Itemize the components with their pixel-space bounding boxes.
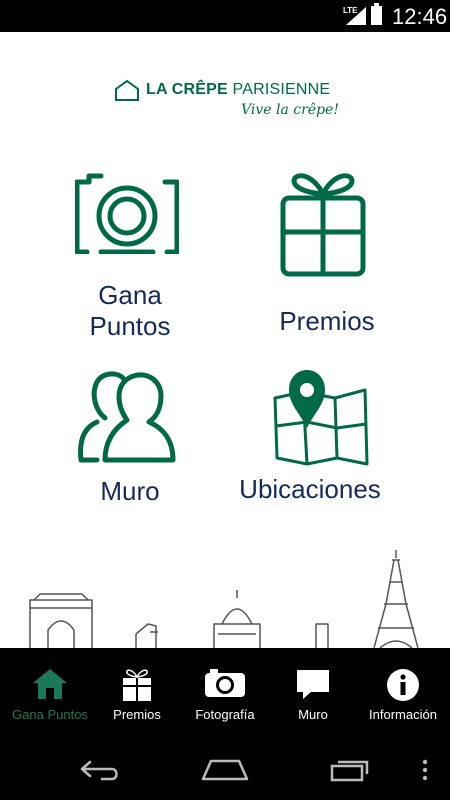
brand-logo: LA CRÊPE PARISIENNE Vive la crêpe! <box>110 76 350 132</box>
camera-icon <box>205 669 245 697</box>
tab-fotografia-label: Fotografía <box>195 707 255 722</box>
tab-informacion[interactable]: Información <box>356 648 450 740</box>
gift-icon <box>280 173 366 277</box>
status-clock: 12:46 <box>392 4 448 29</box>
muro-label: Muro <box>100 476 160 506</box>
tab-muro[interactable]: Muro <box>268 648 358 740</box>
back-icon[interactable] <box>78 758 122 782</box>
tab-fotografia[interactable]: Fotografía <box>180 648 270 740</box>
tab-premios[interactable]: Premios <box>92 648 182 740</box>
gana-puntos-label-line1: Gana <box>98 280 162 310</box>
brand-name-light: PARISIENNE <box>227 81 331 98</box>
info-icon <box>387 669 419 701</box>
users-icon <box>78 371 176 463</box>
gana-puntos-tile[interactable]: Gana Puntos <box>40 168 220 348</box>
status-bar: LTE 12:46 <box>0 0 450 32</box>
bottom-tab-bar: Gana Puntos Premios Fotografía Muro Info… <box>0 648 450 740</box>
brand-tagline: Vive la crêpe! <box>241 102 339 118</box>
muro-tile[interactable]: Muro <box>40 366 220 516</box>
ubicaciones-label: Ubicaciones <box>239 474 381 504</box>
tab-gana-puntos-label: Gana Puntos <box>12 707 88 722</box>
chat-bubble-icon <box>297 670 329 699</box>
battery-icon <box>371 3 382 25</box>
map-pin-icon <box>273 370 369 466</box>
tab-gana-puntos[interactable]: Gana Puntos <box>0 648 100 740</box>
tab-muro-label: Muro <box>298 707 328 722</box>
gift-icon <box>123 669 151 701</box>
tab-informacion-label: Información <box>369 707 437 722</box>
brand-name-bold: LA CRÊPE <box>146 81 228 98</box>
house-logo-icon <box>115 79 139 101</box>
overflow-menu-icon[interactable] <box>421 758 429 782</box>
recents-icon[interactable] <box>330 758 370 782</box>
home-icon[interactable] <box>201 758 249 782</box>
home-icon <box>33 669 67 699</box>
gana-puntos-label: Gana Puntos <box>40 280 220 342</box>
paris-skyline-illustration <box>29 550 419 648</box>
camera-icon <box>75 173 179 254</box>
gana-puntos-label-line2: Puntos <box>89 311 171 341</box>
home-screen: LA CRÊPE PARISIENNE Vive la crêpe! Gana … <box>0 32 450 648</box>
signal-icon <box>346 7 366 25</box>
premios-label: Premios <box>279 306 375 336</box>
brand-name: LA CRÊPE PARISIENNE <box>146 81 330 99</box>
tab-premios-label: Premios <box>113 707 161 722</box>
system-nav-bar <box>0 740 450 800</box>
premios-tile[interactable]: Premios <box>232 168 422 348</box>
ubicaciones-tile[interactable]: Ubicaciones <box>225 366 395 516</box>
